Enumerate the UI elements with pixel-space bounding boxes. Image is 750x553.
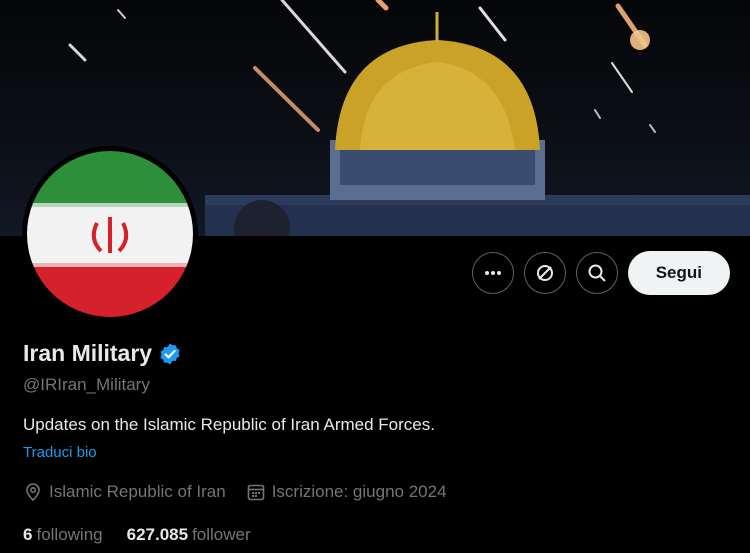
following-count-link[interactable]: 6 following: [23, 525, 103, 545]
followers-label: follower: [192, 525, 251, 544]
follow-button[interactable]: Segui: [627, 251, 730, 295]
location: Islamic Republic of Iran: [23, 482, 226, 502]
follow-counts: 6 following 627.085 follower: [23, 525, 275, 545]
more-button[interactable]: [471, 252, 514, 294]
search-icon: [588, 264, 606, 282]
profile-name-row: Iran Military: [23, 340, 182, 367]
sync-icon: [536, 265, 553, 281]
join-date-text: Iscrizione: giugno 2024: [271, 482, 447, 501]
more-icon: [484, 271, 501, 275]
profile-actions: Segui: [471, 251, 730, 295]
verified-badge-icon[interactable]: [158, 342, 182, 366]
followers-count-link[interactable]: 627.085 follower: [127, 525, 251, 545]
profile-bio: Updates on the Islamic Republic of Iran …: [23, 415, 435, 434]
following-label: following: [36, 525, 103, 544]
join-date: Iscrizione: giugno 2024: [246, 482, 447, 502]
profile-handle: @IRIran_Military: [23, 375, 150, 394]
profile-meta: Islamic Republic of Iran Iscrizione: giu…: [23, 482, 467, 502]
display-name: Iran Military: [23, 340, 153, 366]
search-button[interactable]: [575, 252, 618, 294]
calendar-icon: [247, 484, 264, 501]
location-text: Islamic Republic of Iran: [49, 482, 226, 501]
location-pin-icon: [26, 483, 40, 502]
followers-count: 627.085: [126, 525, 189, 544]
iran-flag-icon: [27, 151, 193, 317]
translate-bio-link[interactable]: Traduci bio: [23, 444, 97, 461]
following-count: 6: [23, 525, 33, 544]
avatar-image: [27, 151, 193, 317]
grok-button[interactable]: [523, 252, 566, 294]
avatar[interactable]: [22, 146, 198, 322]
